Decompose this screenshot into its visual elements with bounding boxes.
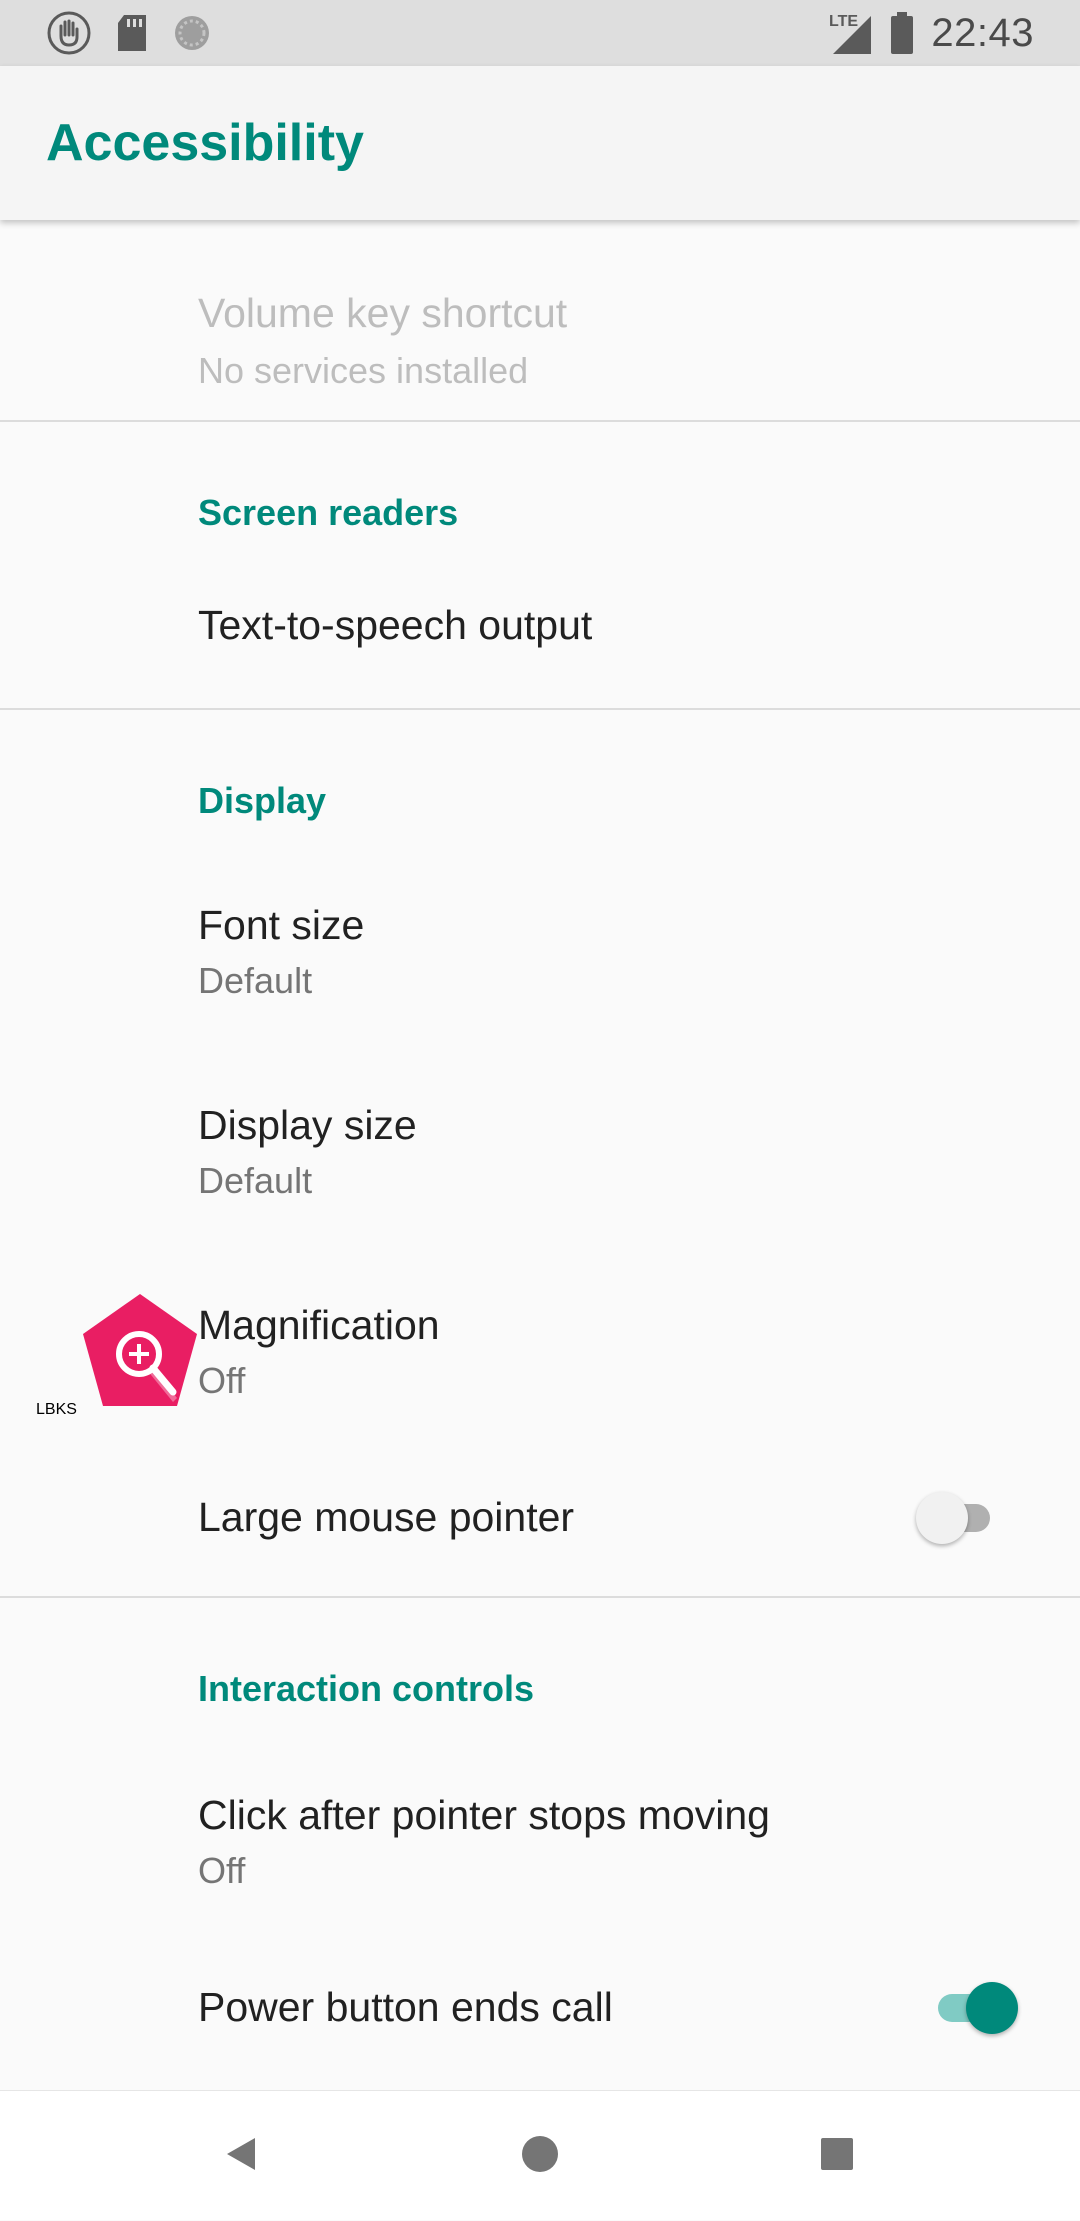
- sd-card-icon: [114, 13, 150, 53]
- display-size-summary: Default: [198, 1160, 313, 1201]
- status-bar-notifications: [46, 10, 212, 56]
- screen-readers-header: Screen readers: [198, 492, 459, 533]
- switch-thumb: [916, 1492, 968, 1544]
- home-button[interactable]: [465, 2091, 615, 2221]
- divider: [0, 420, 1080, 422]
- status-bar: LTE 22:43: [0, 0, 1080, 66]
- magnification-icon: LBKS: [36, 1288, 203, 1419]
- recents-button[interactable]: [762, 2091, 912, 2221]
- font-size-title: Font size: [198, 902, 365, 948]
- network-type-label: LTE: [829, 13, 858, 30]
- signal-icon: LTE: [827, 10, 873, 56]
- font-size-summary: Default: [198, 960, 313, 1001]
- power-button-ends-call-switch[interactable]: [918, 1976, 1018, 2036]
- hand-icon: [46, 10, 92, 56]
- click-after-pointer-stops-item[interactable]: Click after pointer stops moving Off: [0, 1740, 1080, 1930]
- power-button-ends-call-title: Power button ends call: [198, 1984, 613, 2030]
- magnification-summary: Off: [198, 1360, 246, 1401]
- display-header: Display: [198, 780, 327, 821]
- font-size-item[interactable]: Font size Default: [0, 850, 1080, 1040]
- page-title: Accessibility: [46, 114, 364, 172]
- recents-icon: [819, 2136, 855, 2177]
- text-to-speech-item[interactable]: Text-to-speech output: [0, 566, 1080, 696]
- display-size-title: Display size: [198, 1102, 417, 1148]
- large-mouse-pointer-title: Large mouse pointer: [198, 1494, 575, 1540]
- status-bar-system: LTE 22:43: [827, 0, 1034, 66]
- sync-icon: [172, 13, 212, 53]
- interaction-controls-header: Interaction controls: [198, 1668, 535, 1709]
- magnification-title: Magnification: [198, 1302, 440, 1348]
- click-after-pointer-stops-summary: Off: [198, 1850, 246, 1891]
- divider: [0, 1596, 1080, 1598]
- app-bar: Accessibility: [0, 66, 1080, 220]
- power-button-ends-call-item[interactable]: Power button ends call: [0, 1940, 1080, 2090]
- back-button[interactable]: [166, 2091, 316, 2221]
- battery-icon: [889, 12, 915, 54]
- status-time: 22:43: [931, 10, 1034, 55]
- click-after-pointer-stops-title: Click after pointer stops moving: [198, 1792, 770, 1838]
- volume-key-shortcut-item: Volume key shortcut No services installe…: [0, 250, 1080, 410]
- volume-key-shortcut-summary: No services installed: [198, 350, 529, 391]
- text-to-speech-title: Text-to-speech output: [198, 602, 593, 648]
- volume-key-shortcut-title: Volume key shortcut: [198, 290, 568, 336]
- magnification-item[interactable]: LBKS Magnification Off: [0, 1250, 1080, 1440]
- display-size-item[interactable]: Display size Default: [0, 1050, 1080, 1240]
- settings-list[interactable]: Volume key shortcut No services installe…: [0, 220, 1080, 2090]
- navigation-bar: [0, 2090, 1080, 2220]
- large-mouse-pointer-item[interactable]: Large mouse pointer: [0, 1450, 1080, 1600]
- switch-thumb: [966, 1982, 1018, 2034]
- home-icon: [520, 2134, 560, 2179]
- back-icon: [221, 2134, 261, 2179]
- large-mouse-pointer-switch[interactable]: [906, 1486, 1006, 1546]
- divider: [0, 708, 1080, 710]
